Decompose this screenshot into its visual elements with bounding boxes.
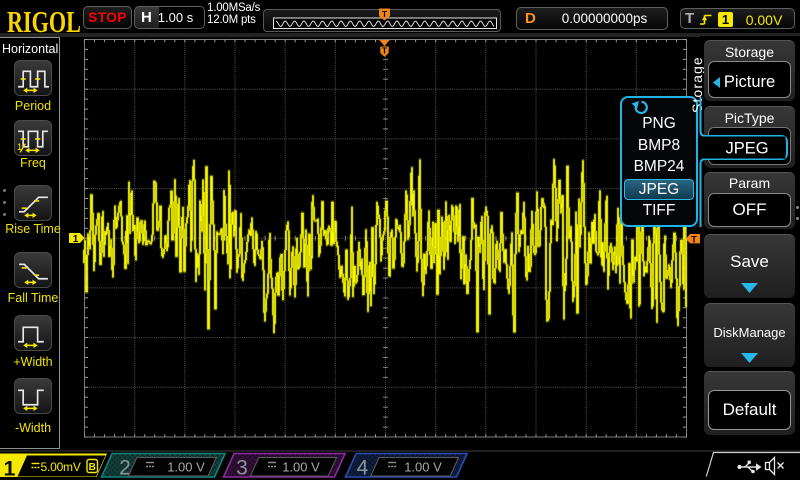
svg-text:1.00 V: 1.00 V	[404, 460, 442, 475]
svg-text:1.00 V: 1.00 V	[167, 460, 205, 475]
svg-text:5.00mV: 5.00mV	[41, 460, 81, 474]
svg-text:4: 4	[357, 457, 369, 480]
svg-text:B: B	[89, 462, 96, 473]
svg-text:3: 3	[236, 457, 248, 480]
svg-text:1.00 V: 1.00 V	[282, 460, 320, 475]
svg-text:1: 1	[4, 457, 16, 480]
